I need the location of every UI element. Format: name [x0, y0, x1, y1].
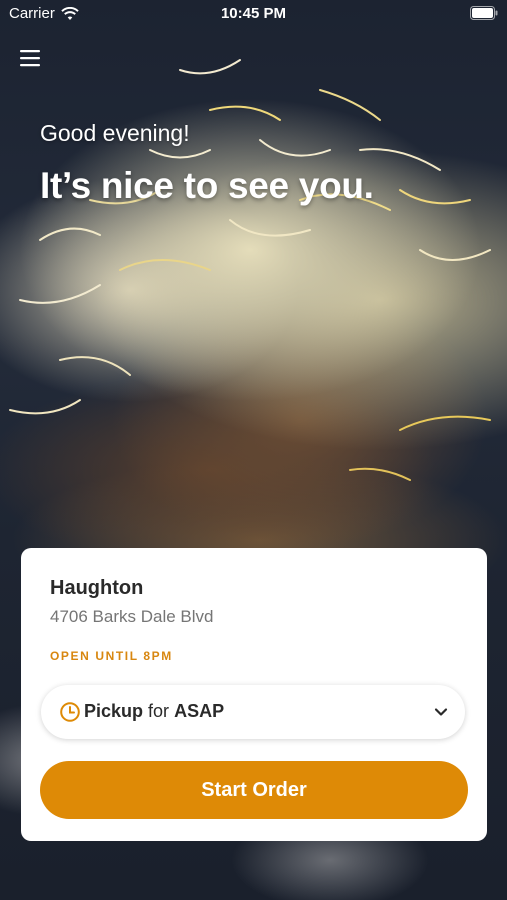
order-type: Pickup: [84, 701, 144, 721]
battery-icon: [470, 6, 498, 20]
clock-icon: [60, 702, 80, 722]
pickup-time-selector[interactable]: Pickup for ASAP: [41, 685, 465, 739]
pickup-connector: for: [148, 701, 170, 721]
cheese-texture: [9, 59, 491, 481]
store-card: Haughton 4706 Barks Dale Blvd OPEN UNTIL…: [21, 548, 487, 841]
start-order-button[interactable]: Start Order: [40, 761, 468, 819]
status-bar: Carrier 10:45 PM: [0, 0, 507, 30]
store-address: 4706 Barks Dale Blvd: [50, 607, 214, 626]
store-hours: OPEN UNTIL 8PM: [50, 649, 173, 663]
status-time: 10:45 PM: [220, 5, 287, 22]
pickup-summary: Pickup for ASAP: [84, 701, 224, 722]
hamburger-menu-icon: [20, 50, 40, 67]
greeting-text: Good evening!: [40, 120, 190, 146]
chevron-down-icon: [434, 708, 448, 716]
pickup-time: ASAP: [174, 701, 225, 721]
menu-button[interactable]: [18, 46, 42, 70]
store-name: Haughton: [50, 577, 144, 599]
welcome-headline: It’s nice to see you.: [40, 165, 374, 206]
